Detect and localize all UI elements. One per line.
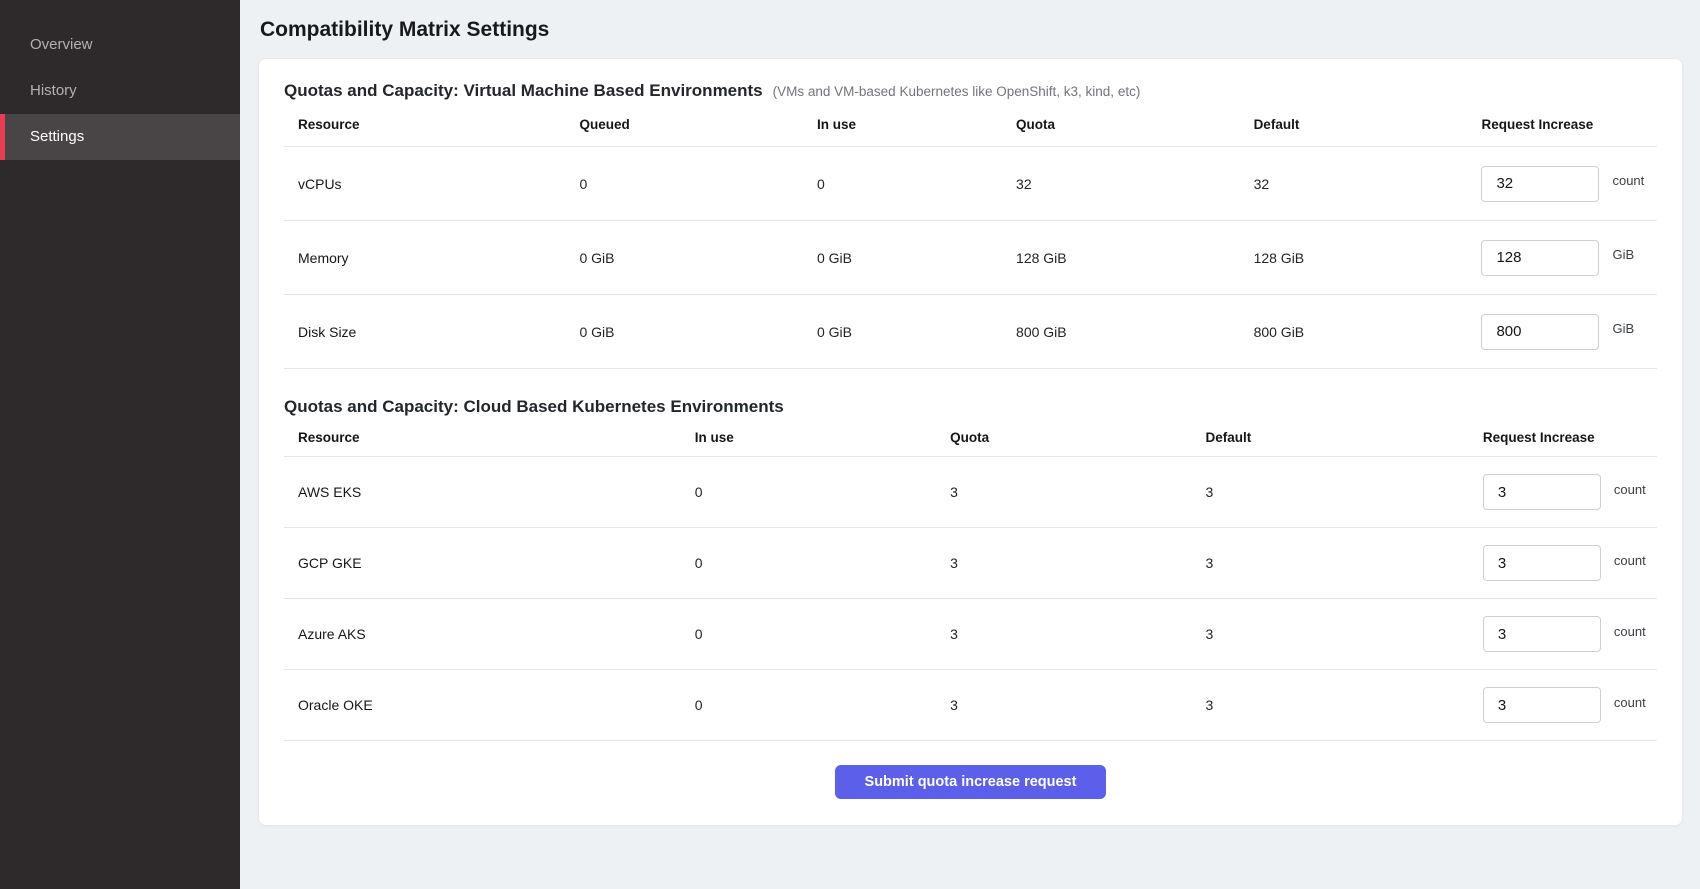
request-increase-cell: count [1469,474,1657,510]
request-increase-input[interactable] [1483,616,1601,652]
resource-value: 3 [936,484,1191,500]
request-increase-input[interactable] [1483,545,1601,581]
unit-label: GiB [1612,247,1634,262]
resource-name: GCP GKE [284,555,681,571]
quota-settings-card: Quotas and Capacity: Virtual Machine Bas… [258,58,1683,826]
resource-value: 3 [1192,626,1469,642]
submit-row: Submit quota increase request [284,765,1657,799]
page-title: Compatibility Matrix Settings [260,16,1683,44]
unit-label: count [1614,482,1646,497]
request-increase-input[interactable] [1481,240,1599,276]
resource-value: 3 [1192,697,1469,713]
sidebar: Overview History Settings [0,0,240,889]
request-increase-cell: GiB [1467,240,1656,276]
table-row: Memory0 GiB0 GiB128 GiB128 GiBGiB [284,221,1657,295]
resource-value: 0 GiB [565,324,803,340]
column-header: Quota [1002,117,1240,132]
resource-value: 128 GiB [1240,250,1468,266]
cloud-section-title: Quotas and Capacity: Cloud Based Kuberne… [284,395,784,419]
resource-value: 32 [1240,176,1468,192]
request-increase-input[interactable] [1481,166,1599,202]
unit-label: count [1614,695,1646,710]
cloud-quota-table: ResourceIn useQuotaDefaultRequest Increa… [284,419,1657,741]
resource-value: 0 [681,484,936,500]
resource-value: 800 GiB [1002,324,1240,340]
request-increase-input[interactable] [1483,474,1601,510]
submit-quota-increase-button[interactable]: Submit quota increase request [835,765,1107,799]
column-header: Request Increase [1469,430,1657,445]
unit-label: count [1614,553,1646,568]
resource-value: 0 GiB [565,250,803,266]
table-row: Oracle OKE033count [284,670,1657,741]
table-row: Azure AKS033count [284,599,1657,670]
resource-value: 0 [565,176,803,192]
column-header: Resource [284,117,565,132]
resource-value: 3 [936,626,1191,642]
unit-label: count [1612,173,1644,188]
unit-label: count [1614,624,1646,639]
unit-label: GiB [1612,321,1634,336]
table-row: vCPUs003232count [284,147,1657,221]
resource-name: Memory [284,250,565,266]
resource-value: 800 GiB [1240,324,1468,340]
column-header: Default [1240,117,1468,132]
sidebar-item-overview[interactable]: Overview [0,22,240,68]
column-header: Resource [284,430,681,445]
resource-value: 3 [1192,555,1469,571]
request-increase-cell: count [1469,687,1657,723]
main-content: Compatibility Matrix Settings Quotas and… [240,0,1700,889]
request-increase-cell: GiB [1467,314,1656,350]
request-increase-cell: count [1469,616,1657,652]
resource-value: 0 [803,176,1002,192]
resource-value: 128 GiB [1002,250,1240,266]
resource-value: 0 [681,555,936,571]
resource-value: 3 [1192,484,1469,500]
request-increase-cell: count [1469,545,1657,581]
column-header: Quota [936,430,1191,445]
column-header: In use [803,117,1002,132]
vm-section-title: Quotas and Capacity: Virtual Machine Bas… [284,79,763,103]
resource-value: 0 [681,697,936,713]
resource-name: Disk Size [284,324,565,340]
resource-value: 0 GiB [803,250,1002,266]
resource-value: 3 [936,555,1191,571]
request-increase-input[interactable] [1483,687,1601,723]
sidebar-item-history[interactable]: History [0,68,240,114]
table-header-row: ResourceQueuedIn useQuotaDefaultRequest … [284,103,1657,147]
table-row: GCP GKE033count [284,528,1657,599]
column-header: Default [1192,430,1469,445]
table-header-row: ResourceIn useQuotaDefaultRequest Increa… [284,419,1657,457]
request-increase-cell: count [1467,166,1656,202]
resource-value: 3 [936,697,1191,713]
cloud-section-heading: Quotas and Capacity: Cloud Based Kuberne… [284,395,1657,419]
column-header: In use [681,430,936,445]
vm-quota-table: ResourceQueuedIn useQuotaDefaultRequest … [284,103,1657,369]
column-header: Request Increase [1467,117,1656,132]
resource-name: Oracle OKE [284,697,681,713]
resource-value: 0 GiB [803,324,1002,340]
table-row: AWS EKS033count [284,457,1657,528]
resource-name: AWS EKS [284,484,681,500]
column-header: Queued [565,117,803,132]
resource-name: vCPUs [284,176,565,192]
request-increase-input[interactable] [1481,314,1599,350]
resource-value: 32 [1002,176,1240,192]
vm-section-note: (VMs and VM-based Kubernetes like OpenSh… [773,84,1141,99]
resource-value: 0 [681,626,936,642]
table-row: Disk Size0 GiB0 GiB800 GiB800 GiBGiB [284,295,1657,369]
resource-name: Azure AKS [284,626,681,642]
sidebar-item-settings[interactable]: Settings [0,114,240,160]
vm-section-heading: Quotas and Capacity: Virtual Machine Bas… [284,79,1657,103]
